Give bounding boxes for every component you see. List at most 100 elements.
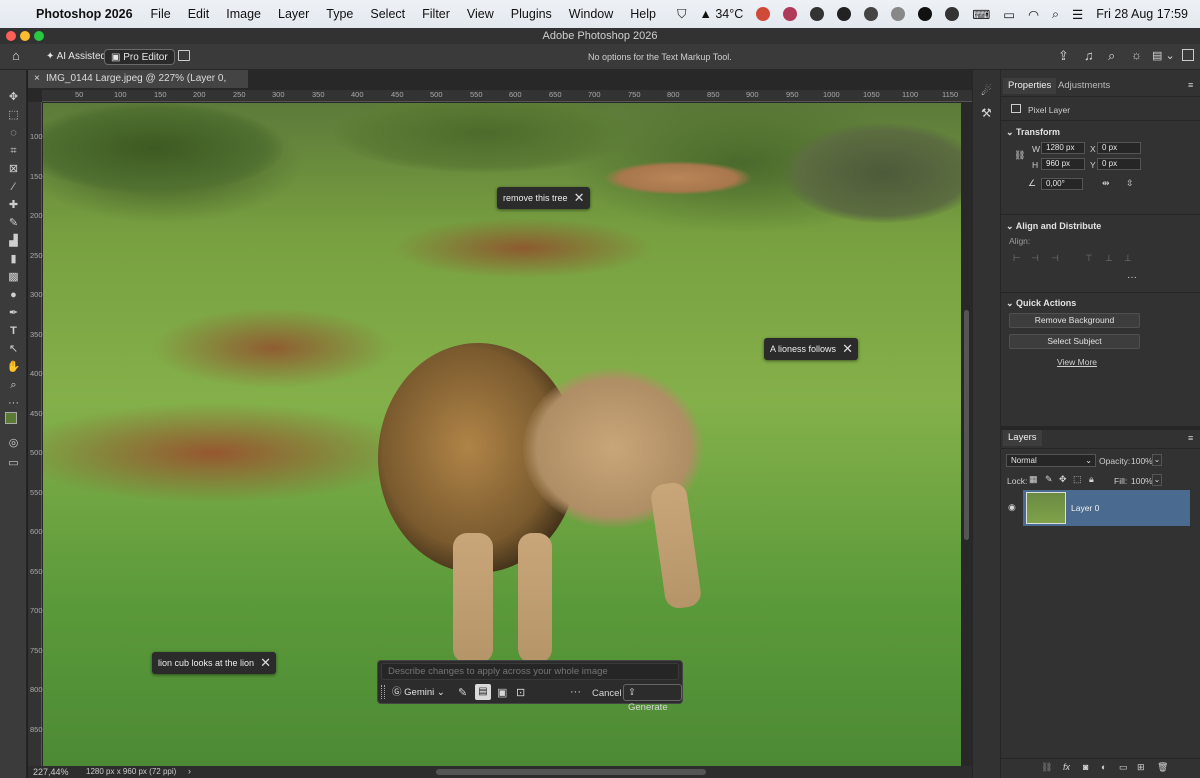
- menu-filter[interactable]: Filter: [422, 7, 450, 21]
- tab-layers[interactable]: Layers: [1003, 430, 1042, 446]
- menu-view[interactable]: View: [467, 7, 494, 21]
- tab-adjustments[interactable]: Adjustments: [1053, 78, 1115, 94]
- layer-row[interactable]: Layer 0: [1023, 490, 1190, 526]
- app-status-icon[interactable]: [756, 7, 771, 21]
- menu-select[interactable]: Select: [370, 7, 405, 21]
- bell-icon[interactable]: ♫: [1084, 48, 1094, 63]
- flip-vertical-icon[interactable]: ⇳: [1126, 178, 1134, 189]
- screen-mode-icon[interactable]: ▭: [5, 456, 22, 471]
- link-icon[interactable]: ⛓: [1014, 150, 1025, 161]
- healing-tool-icon[interactable]: ✚: [5, 198, 22, 213]
- model-select[interactable]: Ⓖ Gemini ⌄: [392, 685, 445, 701]
- battery-icon[interactable]: ▭: [1003, 7, 1015, 22]
- close-icon[interactable]: ✕: [260, 652, 271, 674]
- dark-icon[interactable]: [918, 7, 933, 21]
- close-window-button[interactable]: [6, 31, 16, 41]
- layer-name[interactable]: Layer 0: [1071, 503, 1099, 513]
- annotation-lion-cub[interactable]: lion cub looks at the lion ✕: [152, 652, 277, 674]
- lock-artboard-icon[interactable]: ⬚: [1073, 474, 1082, 485]
- minimize-window-button[interactable]: [20, 31, 30, 41]
- image-edit-icon[interactable]: ⊡: [516, 686, 525, 699]
- view-more-link[interactable]: View More: [1057, 357, 1097, 367]
- image-reference-icon[interactable]: ▣: [497, 686, 507, 699]
- eraser-tool-icon[interactable]: ▮: [5, 252, 22, 267]
- quick-mask-icon[interactable]: ◎: [5, 436, 22, 451]
- align-bottom-icon[interactable]: ⊥: [1124, 253, 1132, 264]
- type-tool-icon[interactable]: T: [5, 324, 22, 339]
- path-selection-tool-icon[interactable]: ↖: [5, 342, 22, 357]
- fill-chevron-icon[interactable]: ⌄: [1152, 474, 1162, 486]
- eyedropper-tool-icon[interactable]: ⁄: [5, 180, 22, 195]
- pen-tool-icon[interactable]: ✒: [5, 306, 22, 321]
- menu-help[interactable]: Help: [630, 7, 656, 21]
- lock-all-icon[interactable]: 🔒︎: [1089, 474, 1094, 485]
- menu-type[interactable]: Type: [326, 7, 353, 21]
- share-icon[interactable]: ⇪: [1058, 48, 1069, 64]
- align-right-icon[interactable]: ⊣: [1051, 253, 1059, 264]
- zoom-window-button[interactable]: [34, 31, 44, 41]
- lock-pixels-icon[interactable]: ▦: [1029, 474, 1038, 485]
- workspace-icon[interactable]: ▤ ⌄: [1152, 49, 1175, 62]
- drag-handle-icon[interactable]: [381, 685, 385, 699]
- globe-icon[interactable]: [891, 7, 906, 21]
- more-options-icon[interactable]: ···: [570, 686, 581, 698]
- remove-background-button[interactable]: Remove Background: [1009, 313, 1140, 328]
- horizontal-scrollbar[interactable]: [436, 769, 706, 775]
- more-tools-icon[interactable]: ···: [5, 396, 22, 411]
- wifi-icon[interactable]: ◠: [1028, 7, 1039, 22]
- adjustments-panel-icon[interactable]: ⚒: [981, 106, 992, 120]
- vertical-scrollbar[interactable]: [964, 310, 969, 540]
- generative-prompt-input[interactable]: [381, 663, 679, 680]
- adjustment-layer-icon[interactable]: ◐: [1101, 762, 1106, 772]
- menu-file[interactable]: File: [151, 7, 171, 21]
- x-field[interactable]: 0 px: [1097, 142, 1141, 154]
- status-arrow-icon[interactable]: ›: [188, 766, 191, 776]
- align-left-icon[interactable]: ⊢: [1013, 253, 1021, 264]
- align-top-icon[interactable]: ⊤: [1085, 253, 1093, 264]
- lasso-tool-icon[interactable]: ◌: [5, 126, 22, 141]
- fill-value[interactable]: 100%: [1131, 476, 1153, 486]
- menu-edit[interactable]: Edit: [188, 7, 210, 21]
- lightbulb-icon[interactable]: ☼: [1131, 48, 1142, 62]
- tab-properties[interactable]: Properties: [1003, 78, 1057, 94]
- annotation-remove-tree[interactable]: remove this tree ✕: [497, 187, 590, 209]
- markup-icon[interactable]: ▤: [475, 684, 491, 700]
- document-tab[interactable]: × IMG_0144 Large.jpeg @ 227% (Layer 0, R…: [28, 70, 248, 102]
- align-section-title[interactable]: ⌄ Align and Distribute: [1006, 221, 1101, 232]
- zoom-tool-icon[interactable]: ⌕: [5, 378, 22, 393]
- delete-layer-icon[interactable]: 🗑︎: [1157, 762, 1168, 773]
- frame-tool-icon[interactable]: ⊠: [5, 162, 22, 177]
- weather-widget[interactable]: ▲ 34°C: [699, 7, 743, 21]
- search-icon[interactable]: ⌕: [1052, 7, 1059, 22]
- layer-link-icon[interactable]: ⛓: [1041, 762, 1052, 773]
- y-field[interactable]: 0 px: [1097, 158, 1141, 170]
- dark-icon-2[interactable]: [945, 7, 960, 21]
- new-group-icon[interactable]: ▭: [1119, 762, 1128, 773]
- dodge-tool-icon[interactable]: ●: [5, 288, 22, 303]
- app-menu[interactable]: Photoshop 2026: [36, 7, 133, 21]
- app-status-icon-2[interactable]: [783, 7, 798, 21]
- transform-section-title[interactable]: ⌄ Transform: [1006, 127, 1060, 138]
- ai-assisted-button[interactable]: ✦ AI Assisted: [40, 49, 112, 65]
- layers-menu-icon[interactable]: ≡: [1188, 433, 1193, 443]
- home-icon[interactable]: ⌂: [12, 48, 20, 63]
- menu-image[interactable]: Image: [226, 7, 261, 21]
- select-subject-button[interactable]: Select Subject: [1009, 334, 1140, 349]
- search-ps-icon[interactable]: ⌕: [1108, 48, 1115, 64]
- brush-icon[interactable]: ✎: [458, 686, 467, 699]
- quick-actions-section-title[interactable]: ⌄ Quick Actions: [1006, 298, 1076, 309]
- pro-editor-button[interactable]: ▣ Pro Editor: [104, 49, 175, 65]
- chat-icon[interactable]: [837, 7, 852, 21]
- menu-layer[interactable]: Layer: [278, 7, 309, 21]
- control-center-icon[interactable]: ☰: [1072, 7, 1083, 22]
- gradient-tool-icon[interactable]: ▩: [5, 270, 22, 285]
- opacity-value[interactable]: 100%: [1131, 456, 1153, 466]
- marquee-tool-icon[interactable]: ⬚: [5, 108, 22, 123]
- close-icon[interactable]: ✕: [842, 338, 853, 360]
- panel-menu-icon[interactable]: ≡: [1188, 80, 1193, 90]
- generate-button[interactable]: ⇪ Generate: [623, 684, 682, 713]
- new-layer-icon[interactable]: ⊞: [1137, 762, 1145, 773]
- align-middle-icon[interactable]: ⊥: [1105, 253, 1113, 264]
- more-align-icon[interactable]: ···: [1127, 272, 1137, 283]
- close-icon[interactable]: ✕: [574, 187, 585, 209]
